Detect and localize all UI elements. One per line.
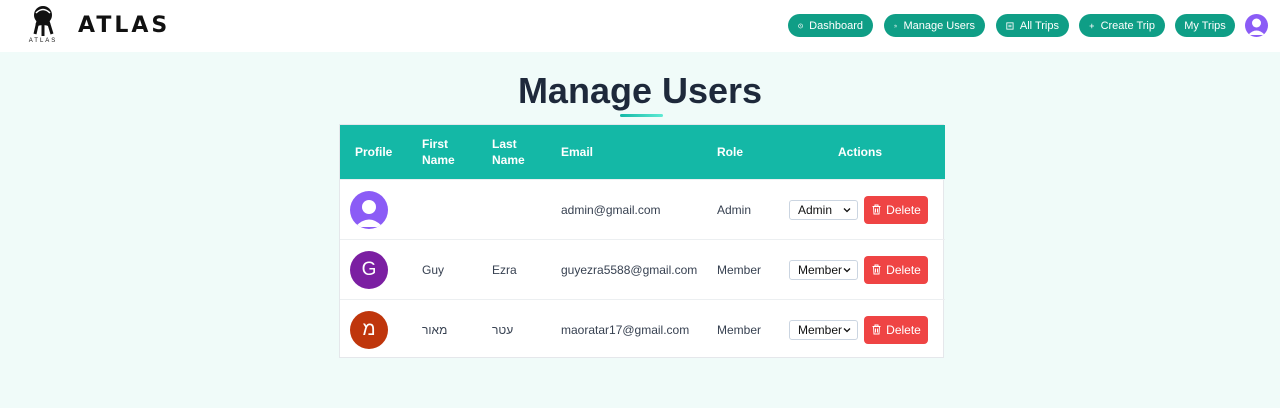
clock-icon bbox=[798, 23, 803, 28]
atlas-figure-icon bbox=[33, 6, 54, 36]
role-select-value: Member bbox=[798, 262, 843, 277]
default-user-icon bbox=[355, 199, 383, 227]
title-underline bbox=[620, 114, 663, 117]
brand-name[interactable]: ATLAS bbox=[78, 13, 170, 38]
trash-icon bbox=[872, 264, 881, 275]
page-title: Manage Users bbox=[517, 70, 763, 111]
role-select-value: Member bbox=[798, 322, 843, 337]
nav-create-trip-label: Create Trip bbox=[1100, 19, 1155, 32]
delete-label: Delete bbox=[886, 322, 921, 337]
nav-all-trips-button[interactable]: All Trips bbox=[996, 14, 1069, 37]
nav-manage-users-button[interactable]: Manage Users bbox=[884, 14, 985, 37]
chevron-down-icon bbox=[843, 207, 851, 212]
nav-dashboard-label: Dashboard bbox=[809, 19, 863, 32]
role-select[interactable]: Member bbox=[789, 259, 858, 280]
role-select[interactable]: Member bbox=[789, 319, 858, 340]
delete-button[interactable]: Delete bbox=[864, 315, 928, 344]
first-name-cell: Guy bbox=[422, 262, 445, 277]
role-select-value: Admin bbox=[798, 202, 833, 217]
nav-dashboard-button[interactable]: Dashboard bbox=[788, 14, 873, 37]
trash-icon bbox=[872, 204, 881, 215]
role-select[interactable]: Admin bbox=[789, 199, 858, 220]
last-name-cell: Ezra bbox=[492, 262, 517, 277]
last-name-cell: עטר bbox=[492, 322, 514, 337]
nav-all-trips-label: All Trips bbox=[1019, 19, 1059, 32]
nav-create-trip-button[interactable]: Create Trip bbox=[1079, 14, 1165, 37]
table-header: Profile First Name Last Name Email Role … bbox=[340, 125, 945, 179]
logo-subtext: ATLAS bbox=[28, 38, 58, 44]
plus-icon bbox=[1089, 23, 1095, 28]
user-avatar[interactable] bbox=[1245, 14, 1268, 37]
nav-manage-users-label: Manage Users bbox=[903, 19, 975, 32]
header-email: Email bbox=[561, 145, 594, 159]
header-actions: Actions bbox=[838, 145, 883, 159]
delete-label: Delete bbox=[886, 202, 921, 217]
delete-label: Delete bbox=[886, 262, 921, 277]
first-name-cell: מאור bbox=[422, 322, 448, 337]
profile-avatar: G bbox=[350, 250, 388, 289]
profile-avatar bbox=[350, 190, 388, 229]
users-icon bbox=[894, 24, 898, 28]
role-cell: Member bbox=[717, 322, 762, 337]
email-cell: guyezra5588@gmail.com bbox=[561, 262, 698, 277]
trash-icon bbox=[872, 324, 881, 335]
delete-button[interactable]: Delete bbox=[864, 255, 928, 284]
table-row: מ מאור עטר maoratar17@gmail.com Member M… bbox=[340, 299, 945, 359]
chevron-down-icon bbox=[843, 327, 851, 332]
top-navbar: ATLAS ATLAS Dashboard Manage Users All T… bbox=[0, 0, 1280, 52]
table-row: admin@gmail.com Admin Admin Delete bbox=[340, 179, 945, 239]
nav-my-trips-label: My Trips bbox=[1184, 19, 1226, 32]
header-profile: Profile bbox=[355, 145, 393, 159]
email-cell: maoratar17@gmail.com bbox=[561, 322, 690, 337]
header-role: Role bbox=[717, 145, 744, 159]
users-table: Profile First Name Last Name Email Role … bbox=[339, 124, 945, 359]
header-last-name: Last Name bbox=[492, 137, 525, 167]
list-icon bbox=[1006, 21, 1014, 30]
header-first-name: First Name bbox=[422, 137, 455, 167]
role-cell: Member bbox=[717, 262, 762, 277]
email-cell: admin@gmail.com bbox=[561, 202, 661, 217]
table-row: G Guy Ezra guyezra5588@gmail.com Member … bbox=[340, 239, 945, 299]
user-icon bbox=[1248, 18, 1265, 35]
chevron-down-icon bbox=[843, 267, 851, 272]
role-cell: Admin bbox=[717, 202, 752, 217]
profile-avatar: מ bbox=[350, 310, 388, 349]
delete-button[interactable]: Delete bbox=[864, 195, 928, 224]
atlas-logo[interactable]: ATLAS bbox=[26, 4, 60, 46]
nav-my-trips-button[interactable]: My Trips bbox=[1175, 14, 1235, 37]
